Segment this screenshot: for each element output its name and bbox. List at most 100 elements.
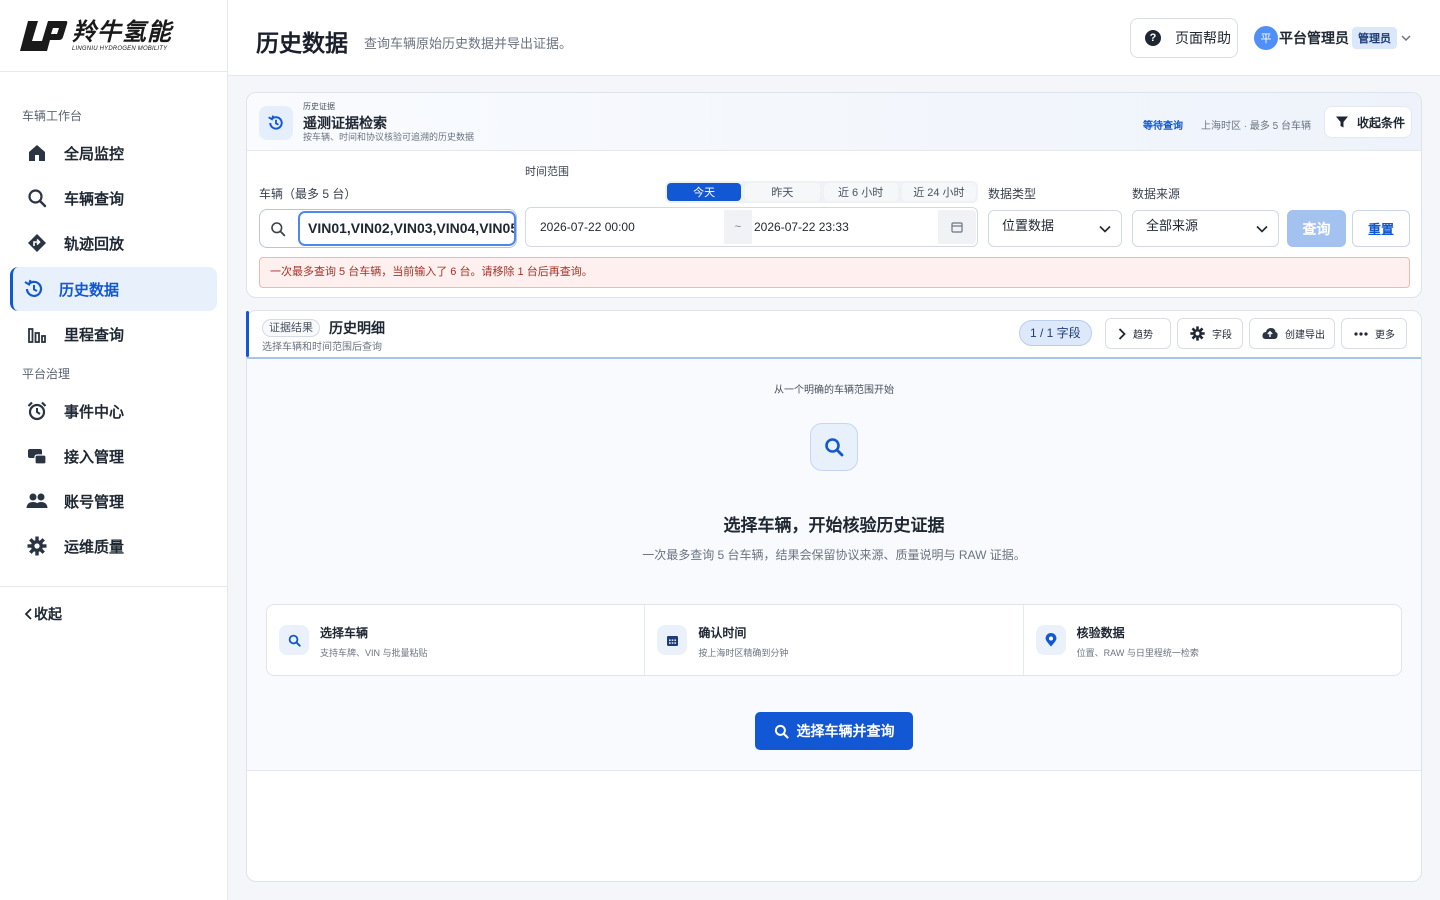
- step-title: 确认时间: [698, 626, 747, 640]
- card-accent: [246, 311, 249, 357]
- field-count-badge: 1 / 1 字段: [1019, 320, 1092, 346]
- brand-mark-icon: [20, 21, 68, 51]
- sidebar-item-history-data[interactable]: 历史数据: [10, 267, 217, 311]
- more-icon: [1354, 331, 1368, 336]
- home-icon: [26, 142, 48, 164]
- preset-today[interactable]: 今天: [667, 183, 742, 201]
- trend-button[interactable]: 趋势: [1105, 318, 1171, 349]
- empty-title: 选择车辆，开始核验历史证据: [723, 516, 945, 535]
- collapse-label: 收起: [34, 606, 62, 622]
- collapse-conditions-button[interactable]: 收起条件: [1324, 106, 1412, 138]
- empty-state: 从一个明确的车辆范围开始 选择车辆，开始核验历史证据 一次最多查询 5 台车辆，…: [247, 359, 1421, 771]
- sidebar-item-label: 运维质量: [64, 538, 125, 556]
- calendar-icon: [657, 625, 688, 655]
- start-time-input[interactable]: 2026-07-22 00:00: [540, 220, 635, 234]
- brand-logo[interactable]: 羚牛氢能 LINGNIU HYDROGEN MOBILITY: [20, 16, 180, 56]
- time-preset-group: 今天 昨天 近 6 小时 近 24 小时: [665, 181, 978, 203]
- more-label: 更多: [1375, 330, 1395, 341]
- help-label: 页面帮助: [1175, 30, 1231, 46]
- range-separator: ~: [724, 210, 752, 244]
- query-status: 等待查询: [1143, 121, 1183, 132]
- preset-24h[interactable]: 近 24 小时: [901, 183, 976, 201]
- data-type-value: 位置数据: [1002, 218, 1055, 233]
- gear-icon: [26, 535, 48, 557]
- vehicle-input[interactable]: VIN01,VIN02,VIN03,VIN04,VIN05,VIN06: [298, 211, 516, 246]
- sidebar-item-event-center[interactable]: 事件中心: [10, 389, 217, 433]
- sidebar-collapse-button[interactable]: 收起: [24, 604, 62, 624]
- top-header: 历史数据 查询车辆原始历史数据并导出证据。 ? 页面帮助 平 平台管理员 管理员: [228, 0, 1440, 76]
- step-confirm-time: 确认时间 按上海时区精确到分钟: [645, 605, 1024, 675]
- sidebar-item-label: 全局监控: [64, 145, 125, 163]
- user-menu[interactable]: 平 平台管理员 管理员: [1254, 26, 1411, 50]
- sidebar-divider: [0, 586, 227, 587]
- trend-label: 趋势: [1133, 330, 1153, 341]
- sidebar-item-label: 接入管理: [64, 448, 125, 466]
- sidebar-item-vehicle-query[interactable]: 车辆查询: [10, 176, 217, 220]
- page-title: 历史数据: [256, 30, 348, 56]
- avatar: 平: [1254, 26, 1278, 50]
- cloud-upload-icon: [1262, 327, 1278, 340]
- sidebar-item-label: 账号管理: [64, 493, 125, 511]
- reset-button[interactable]: 重置: [1352, 210, 1410, 247]
- route-icon: [26, 232, 48, 254]
- sidebar-item-ops-quality[interactable]: 运维质量: [10, 524, 217, 568]
- sidebar: 羚牛氢能 LINGNIU HYDROGEN MOBILITY 车辆工作台 全局监…: [0, 0, 228, 900]
- gear-icon: [1190, 326, 1205, 341]
- time-range-label: 时间范围: [525, 166, 569, 178]
- user-name: 平台管理员: [1279, 30, 1349, 46]
- step-desc: 位置、RAW 与日里程统一检索: [1076, 648, 1199, 658]
- collapse-conditions-label: 收起条件: [1357, 115, 1406, 130]
- search-icon: [810, 423, 858, 471]
- guide-steps: 选择车辆 支持车牌、VIN 与批量粘贴 确认时间 按上海时区精确到分钟 核验数据…: [266, 604, 1402, 676]
- sidebar-group-label: 车辆工作台: [22, 109, 83, 123]
- sidebar-item-label: 车辆查询: [64, 190, 125, 208]
- users-icon: [26, 490, 48, 512]
- result-tag: 证据结果: [262, 319, 320, 337]
- history-icon: [259, 106, 293, 140]
- datetime-range-picker: 2026-07-22 00:00 ~ 2026-07-22 23:33: [525, 207, 978, 247]
- alarm-clock-icon: [26, 400, 48, 422]
- data-source-select[interactable]: 全部来源: [1132, 210, 1279, 247]
- search-icon: [26, 187, 48, 209]
- empty-eyebrow: 从一个明确的车辆范围开始: [774, 385, 894, 396]
- sidebar-item-track-replay[interactable]: 轨迹回放: [10, 221, 217, 265]
- select-vehicle-query-button[interactable]: 选择车辆并查询: [755, 712, 913, 750]
- chevron-down-icon: [1099, 225, 1111, 233]
- connect-icon: [26, 445, 48, 467]
- step-desc: 按上海时区精确到分钟: [698, 648, 789, 658]
- query-button[interactable]: 查询: [1287, 210, 1346, 247]
- empty-desc: 一次最多查询 5 台车辆，结果会保留协议来源、质量说明与 RAW 证据。: [642, 548, 1026, 562]
- create-export-button[interactable]: 创建导出: [1249, 318, 1335, 349]
- end-time-input[interactable]: 2026-07-22 23:33: [754, 220, 849, 234]
- history-icon: [23, 278, 45, 300]
- chevron-left-icon: [24, 608, 32, 620]
- sidebar-item-label: 事件中心: [64, 403, 125, 421]
- step-verify-data: 核验数据 位置、RAW 与日里程统一检索: [1024, 605, 1401, 675]
- data-type-select[interactable]: 位置数据: [988, 210, 1122, 247]
- step-select-vehicle: 选择车辆 支持车牌、VIN 与批量粘贴: [267, 605, 646, 675]
- calendar-icon[interactable]: [938, 210, 976, 244]
- search-icon: [271, 222, 286, 237]
- help-icon: ?: [1145, 30, 1161, 46]
- fields-button[interactable]: 字段: [1177, 318, 1243, 349]
- search-icon: [279, 625, 309, 655]
- page-subtitle: 查询车辆原始历史数据并导出证据。: [364, 36, 573, 51]
- history-results-card: 证据结果 历史明细 选择车辆和时间范围后查询 1 / 1 字段 趋势 字段 创建…: [246, 310, 1422, 882]
- result-title: 历史明细: [329, 320, 385, 336]
- vehicle-input-wrapper: VIN01,VIN02,VIN03,VIN04,VIN05,VIN06: [259, 209, 517, 248]
- preset-yesterday[interactable]: 昨天: [745, 183, 820, 201]
- step-title: 选择车辆: [320, 626, 369, 640]
- data-source-label: 数据来源: [1132, 187, 1181, 201]
- chevron-down-icon: [1256, 225, 1268, 233]
- sidebar-item-account-management[interactable]: 账号管理: [10, 479, 217, 523]
- chevron-right-icon: [1118, 327, 1126, 340]
- sidebar-item-mileage-query[interactable]: 里程查询: [10, 312, 217, 356]
- more-button[interactable]: 更多: [1341, 318, 1407, 349]
- brand-name: 羚牛氢能: [72, 19, 172, 46]
- page-help-button[interactable]: ? 页面帮助: [1130, 18, 1238, 58]
- brand-name-en: LINGNIU HYDROGEN MOBILITY: [72, 46, 168, 52]
- preset-6h[interactable]: 近 6 小时: [823, 183, 898, 201]
- fields-label: 字段: [1212, 330, 1232, 341]
- sidebar-item-access-management[interactable]: 接入管理: [10, 434, 217, 478]
- sidebar-item-global-monitor[interactable]: 全局监控: [10, 131, 217, 175]
